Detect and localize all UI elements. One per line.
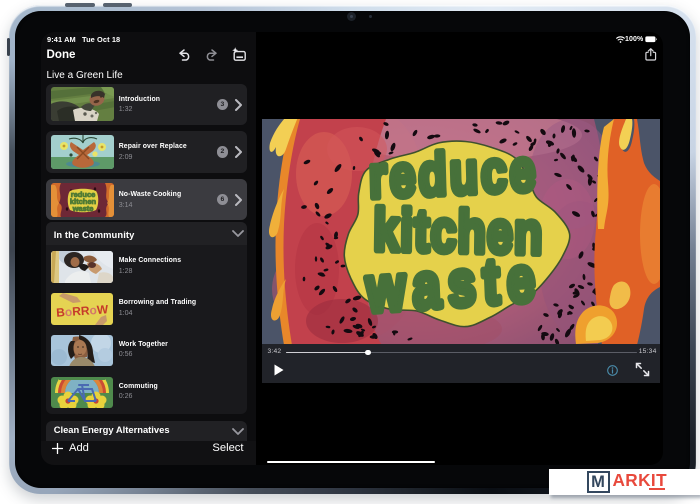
svg-text:waste: waste — [364, 244, 544, 327]
svg-text:waste: waste — [71, 204, 93, 213]
